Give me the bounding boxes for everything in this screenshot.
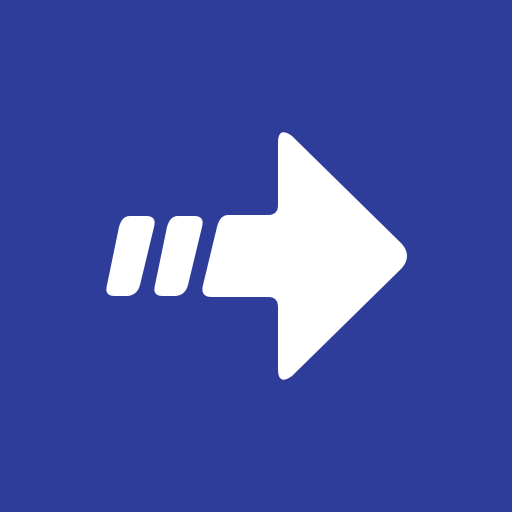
forward-arrow-icon <box>106 132 407 380</box>
arrow-body <box>202 132 407 380</box>
app-icon-tile[interactable] <box>0 0 512 512</box>
speed-line-2 <box>154 216 203 296</box>
speed-line-1 <box>106 216 155 296</box>
